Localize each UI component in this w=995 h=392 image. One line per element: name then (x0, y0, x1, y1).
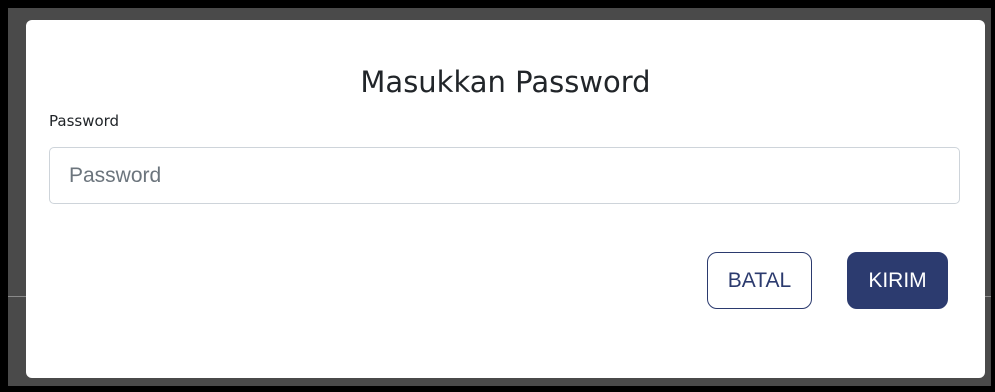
modal-title: Masukkan Password (360, 65, 651, 99)
cancel-button[interactable]: BATAL (707, 252, 812, 309)
submit-button[interactable]: KIRIM (847, 252, 948, 309)
password-modal: Masukkan Password Password BATAL KIRIM (26, 20, 985, 378)
password-label: Password (49, 112, 120, 130)
password-input[interactable] (49, 147, 960, 204)
